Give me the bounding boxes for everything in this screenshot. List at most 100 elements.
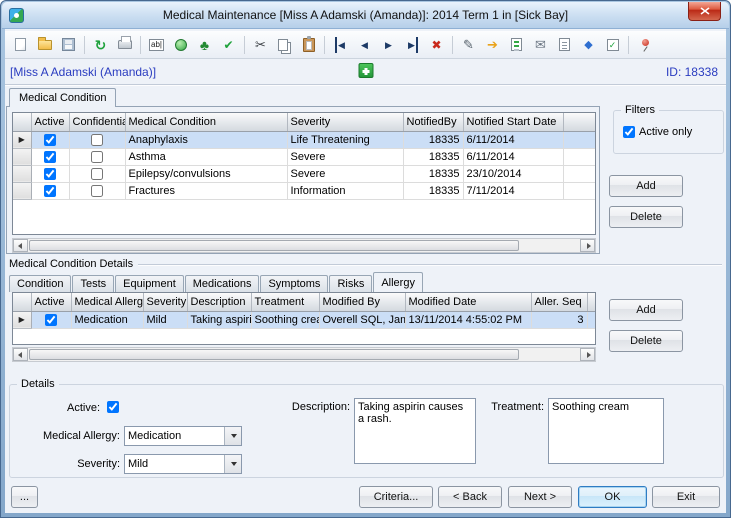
- copy-button[interactable]: [273, 33, 296, 56]
- col-treatment[interactable]: Treatment: [251, 293, 320, 312]
- scroll-right-arrow[interactable]: [580, 239, 595, 252]
- first-record-button[interactable]: ◀: [329, 33, 352, 56]
- row-selector[interactable]: ▶: [13, 131, 32, 149]
- pin-icon: [637, 37, 653, 53]
- delete-record-button[interactable]: ✖: [425, 33, 448, 56]
- spell-check-button[interactable]: ✔: [217, 33, 240, 56]
- delete-allergy-button[interactable]: Delete: [609, 330, 683, 352]
- condition-row[interactable]: Fractures Information 18335 7/11/2014: [13, 182, 595, 200]
- save-button[interactable]: [57, 33, 80, 56]
- active-checkbox[interactable]: [44, 184, 56, 197]
- print-button[interactable]: [113, 33, 136, 56]
- more-options-button[interactable]: ...: [11, 486, 38, 508]
- active-only-checkbox[interactable]: [623, 126, 635, 138]
- allergy-horizontal-scrollbar[interactable]: [12, 347, 596, 362]
- col-active[interactable]: Active: [31, 113, 70, 132]
- add-record-icon[interactable]: [358, 63, 373, 78]
- scroll-left-arrow[interactable]: [13, 348, 28, 361]
- tab-risks[interactable]: Risks: [329, 275, 373, 292]
- col-notified-start-date[interactable]: Notified Start Date: [463, 113, 564, 132]
- ok-button[interactable]: OK: [578, 486, 647, 508]
- next-button[interactable]: Next >: [508, 486, 572, 508]
- tab-condition[interactable]: Condition: [9, 275, 72, 292]
- scroll-thumb[interactable]: [29, 349, 519, 360]
- tab-symptoms[interactable]: Symptoms: [260, 275, 329, 292]
- active-checkbox[interactable]: [44, 133, 56, 146]
- pin-button[interactable]: [633, 33, 656, 56]
- row-selector[interactable]: [13, 182, 32, 200]
- copy-icon: [278, 38, 288, 51]
- close-button[interactable]: [688, 2, 721, 21]
- hint-button[interactable]: [169, 33, 192, 56]
- launch-button[interactable]: ➔: [481, 33, 504, 56]
- scroll-thumb[interactable]: [29, 240, 519, 251]
- col-active[interactable]: Active: [31, 293, 72, 312]
- confidential-checkbox[interactable]: [91, 167, 103, 180]
- active-checkbox[interactable]: [44, 150, 56, 163]
- new-document-button[interactable]: [9, 33, 32, 56]
- description-label: Description:: [291, 401, 350, 413]
- tab-tests[interactable]: Tests: [72, 275, 115, 292]
- row-selector[interactable]: [13, 165, 32, 183]
- col-modified-by[interactable]: Modified By: [319, 293, 406, 312]
- task-list-button[interactable]: ✓: [601, 33, 624, 56]
- confidential-checkbox[interactable]: [91, 184, 103, 197]
- delete-condition-button[interactable]: Delete: [609, 206, 683, 228]
- task-list-icon: ✓: [606, 38, 619, 51]
- row-selector[interactable]: [13, 148, 32, 166]
- col-description[interactable]: Description: [187, 293, 252, 312]
- col-aller-seq[interactable]: Aller. Seq: [531, 293, 588, 312]
- cell-severity: Life Threatening: [287, 131, 404, 149]
- col-medical-allergy[interactable]: Medical Allergy: [71, 293, 144, 312]
- condition-row[interactable]: ▶ Anaphylaxis Life Threatening 18335 6/1…: [13, 131, 595, 149]
- allergy-header-row: Active Medical Allergy Severity Descript…: [13, 293, 595, 312]
- import-button[interactable]: [505, 33, 528, 56]
- row-selector[interactable]: ▶: [13, 311, 32, 329]
- exit-button[interactable]: Exit: [652, 486, 720, 508]
- previous-record-button[interactable]: ◀: [353, 33, 376, 56]
- condition-row[interactable]: Epilepsy/convulsions Severe 18335 23/10/…: [13, 165, 595, 183]
- allergy-row[interactable]: ▶ Medication Mild Taking aspirin causes …: [13, 311, 595, 329]
- active-checkbox[interactable]: [45, 313, 57, 326]
- severity-select[interactable]: Mild: [124, 454, 242, 474]
- cut-button[interactable]: ✂: [249, 33, 272, 56]
- add-allergy-button[interactable]: Add: [609, 299, 683, 321]
- last-record-button[interactable]: ▶: [401, 33, 424, 56]
- field-lookup-button[interactable]: ◆: [577, 33, 600, 56]
- audit-button[interactable]: [553, 33, 576, 56]
- col-medical-condition[interactable]: Medical Condition: [125, 113, 288, 132]
- next-record-button[interactable]: ▶: [377, 33, 400, 56]
- condition-row[interactable]: Asthma Severe 18335 6/11/2014: [13, 148, 595, 166]
- refresh-icon: ↻: [94, 36, 107, 53]
- treatment-textarea[interactable]: Soothing cream: [548, 398, 664, 464]
- col-modified-date[interactable]: Modified Date: [405, 293, 532, 312]
- criteria-button[interactable]: Criteria...: [359, 486, 433, 508]
- col-notified-by[interactable]: NotifiedBy: [403, 113, 464, 132]
- email-button[interactable]: ✉: [529, 33, 552, 56]
- active-checkbox[interactable]: [44, 167, 56, 180]
- back-button[interactable]: < Back: [438, 486, 502, 508]
- refresh-button[interactable]: ↻: [89, 33, 112, 56]
- paste-button[interactable]: [297, 33, 320, 56]
- scroll-right-arrow[interactable]: [580, 348, 595, 361]
- open-folder-button[interactable]: [33, 33, 56, 56]
- confidential-checkbox[interactable]: [91, 150, 103, 163]
- tree-view-button[interactable]: ♣: [193, 33, 216, 56]
- medical-allergy-select[interactable]: Medication: [124, 426, 242, 446]
- details-active-checkbox[interactable]: [107, 401, 119, 413]
- col-severity[interactable]: Severity: [287, 113, 404, 132]
- tab-medical-condition[interactable]: Medical Condition: [9, 88, 117, 107]
- confidential-checkbox[interactable]: [91, 133, 103, 146]
- tab-medications[interactable]: Medications: [184, 275, 260, 292]
- tab-equipment[interactable]: Equipment: [115, 275, 184, 292]
- conditions-horizontal-scrollbar[interactable]: [12, 238, 596, 253]
- paste-icon: [302, 35, 315, 52]
- tab-allergy[interactable]: Allergy: [373, 272, 423, 292]
- col-severity[interactable]: Severity: [143, 293, 188, 312]
- add-condition-button[interactable]: Add: [609, 175, 683, 197]
- edit-document-button[interactable]: ✎: [457, 33, 480, 56]
- description-textarea[interactable]: Taking aspirin causes a rash.: [354, 398, 476, 464]
- find-replace-button[interactable]: ab|: [145, 33, 168, 56]
- col-confidential[interactable]: Confidential: [69, 113, 126, 132]
- scroll-left-arrow[interactable]: [13, 239, 28, 252]
